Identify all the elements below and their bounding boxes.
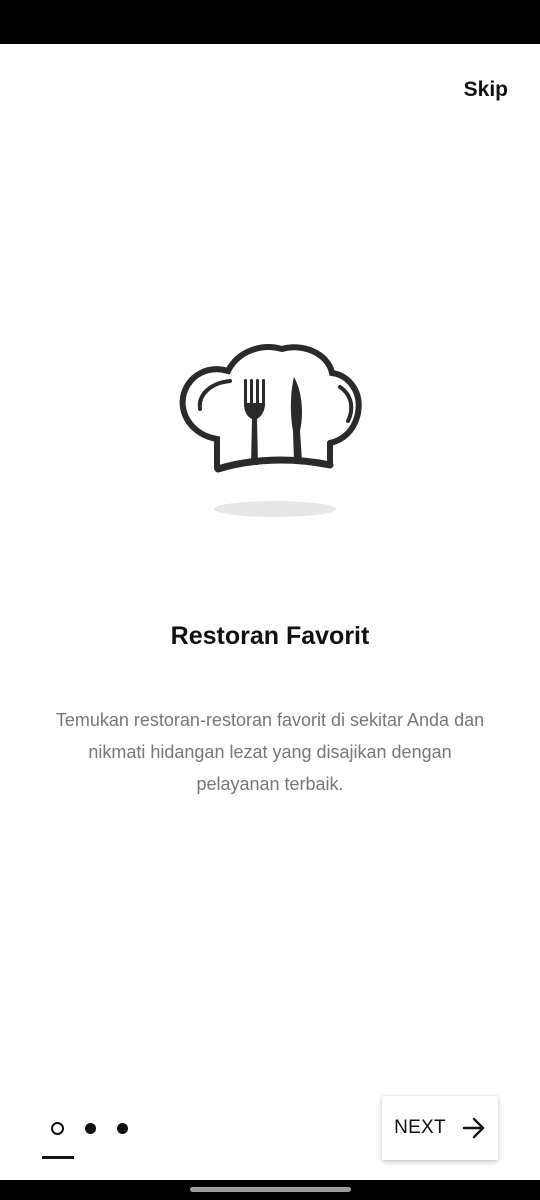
navigation-bar — [0, 1180, 540, 1200]
onboarding-illustration — [170, 335, 370, 525]
home-indicator[interactable] — [190, 1187, 351, 1192]
page-indicator-underline — [42, 1156, 74, 1159]
chef-hat-icon — [179, 344, 362, 517]
page-dot-2[interactable] — [85, 1122, 96, 1134]
page-title: Restoran Favorit — [170, 622, 370, 650]
status-bar — [0, 0, 540, 44]
next-button[interactable]: NEXT — [382, 1096, 498, 1160]
page-indicator — [42, 1118, 149, 1138]
arrow-right-icon — [462, 1117, 485, 1139]
skip-button[interactable]: Skip — [464, 78, 508, 102]
page-dot-3[interactable] — [117, 1122, 128, 1134]
next-button-label: NEXT — [394, 1117, 446, 1138]
page-dot-1-active[interactable] — [51, 1121, 64, 1135]
page-description: Temukan restoran-restoran favorit di sek… — [55, 710, 485, 794]
